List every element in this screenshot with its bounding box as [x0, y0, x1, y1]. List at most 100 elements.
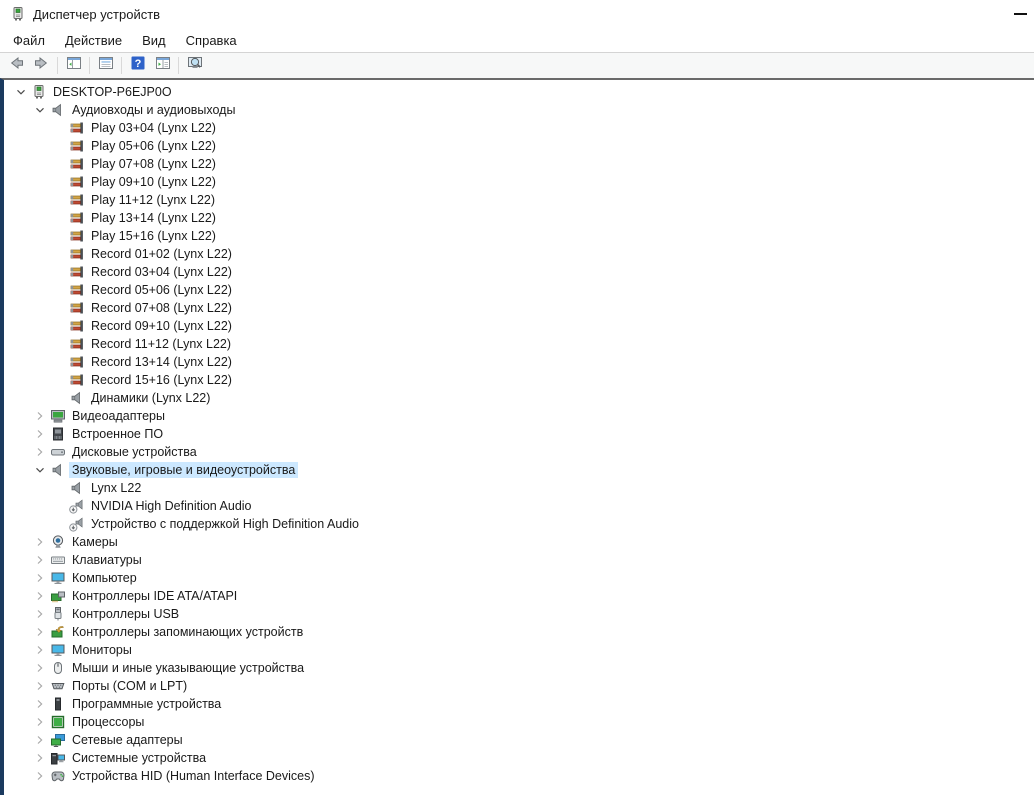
tree-item[interactable]: Дисковые устройства: [4, 443, 1034, 461]
tree-item[interactable]: Record 09+10 (Lynx L22): [4, 317, 1034, 335]
tree-item-label[interactable]: Мониторы: [69, 642, 135, 658]
tree-item[interactable]: Контроллеры USB: [4, 605, 1034, 623]
chevron-right-icon[interactable]: [31, 768, 48, 784]
chevron-down-icon[interactable]: [31, 462, 48, 478]
menu-help[interactable]: Справка: [176, 30, 247, 51]
chevron-right-icon[interactable]: [31, 534, 48, 550]
tree-item[interactable]: Порты (COM и LPT): [4, 677, 1034, 695]
tree-item[interactable]: Мониторы: [4, 641, 1034, 659]
back-button[interactable]: [4, 55, 29, 77]
minimize-button[interactable]: [1014, 13, 1027, 15]
chevron-right-icon[interactable]: [31, 642, 48, 658]
tree-item-label[interactable]: Record 09+10 (Lynx L22): [88, 318, 235, 334]
show-console-tree-button[interactable]: [61, 55, 86, 77]
chevron-right-icon[interactable]: [31, 696, 48, 712]
menu-file[interactable]: Файл: [3, 30, 55, 51]
tree-item[interactable]: Устройства HID (Human Interface Devices): [4, 767, 1034, 785]
tree-item[interactable]: Компьютер: [4, 569, 1034, 587]
tree-item-label[interactable]: Устройство с поддержкой High Definition …: [88, 516, 362, 532]
tree-item[interactable]: Видеоадаптеры: [4, 407, 1034, 425]
tree-item[interactable]: Record 13+14 (Lynx L22): [4, 353, 1034, 371]
tree-item-label[interactable]: Record 13+14 (Lynx L22): [88, 354, 235, 370]
tree-item[interactable]: Play 03+04 (Lynx L22): [4, 119, 1034, 137]
chevron-down-icon[interactable]: [12, 84, 29, 100]
chevron-right-icon[interactable]: [31, 408, 48, 424]
tree-item-label[interactable]: Звуковые, игровые и видеоустройства: [69, 462, 299, 478]
tree-item[interactable]: Мыши и иные указывающие устройства: [4, 659, 1034, 677]
tree-item[interactable]: Record 03+04 (Lynx L22): [4, 263, 1034, 281]
tree-item-label[interactable]: Record 05+06 (Lynx L22): [88, 282, 235, 298]
tree-item-label[interactable]: Контроллеры запоминающих устройств: [69, 624, 306, 640]
tree-item-label[interactable]: Сетевые адаптеры: [69, 732, 186, 748]
chevron-right-icon[interactable]: [31, 732, 48, 748]
scan-hardware-changes-button[interactable]: [182, 55, 207, 77]
tree-item-label[interactable]: Процессоры: [69, 714, 147, 730]
forward-button[interactable]: [29, 55, 54, 77]
tree-item-label[interactable]: Play 09+10 (Lynx L22): [88, 174, 219, 190]
chevron-right-icon[interactable]: [31, 750, 48, 766]
tree-item[interactable]: Play 07+08 (Lynx L22): [4, 155, 1034, 173]
tree-item-label[interactable]: Play 11+12 (Lynx L22): [88, 192, 218, 208]
tree-item-label[interactable]: Record 07+08 (Lynx L22): [88, 300, 235, 316]
tree-item-label[interactable]: Record 15+16 (Lynx L22): [88, 372, 235, 388]
chevron-down-icon[interactable]: [31, 102, 48, 118]
tree-item[interactable]: Клавиатуры: [4, 551, 1034, 569]
tree-item[interactable]: Встроенное ПО: [4, 425, 1034, 443]
tree-item[interactable]: Record 07+08 (Lynx L22): [4, 299, 1034, 317]
tree-item-label[interactable]: Play 13+14 (Lynx L22): [88, 210, 219, 226]
tree-item[interactable]: Динамики (Lynx L22): [4, 389, 1034, 407]
tree-item-label[interactable]: Record 01+02 (Lynx L22): [88, 246, 235, 262]
tree-item[interactable]: Сетевые адаптеры: [4, 731, 1034, 749]
tree-item-label[interactable]: NVIDIA High Definition Audio: [88, 498, 255, 514]
tree-item[interactable]: NVIDIA High Definition Audio: [4, 497, 1034, 515]
tree-item[interactable]: Play 15+16 (Lynx L22): [4, 227, 1034, 245]
tree-item-label[interactable]: Аудиовходы и аудиовыходы: [69, 102, 238, 118]
tree-item-label[interactable]: Камеры: [69, 534, 121, 550]
tree-item-label[interactable]: Record 03+04 (Lynx L22): [88, 264, 235, 280]
tree-item-label[interactable]: Программные устройства: [69, 696, 224, 712]
tree-item-label[interactable]: Контроллеры IDE ATA/ATAPI: [69, 588, 240, 604]
tree-item-label[interactable]: Дисковые устройства: [69, 444, 200, 460]
tree-item-label[interactable]: Динамики (Lynx L22): [88, 390, 213, 406]
tree-item[interactable]: Контроллеры IDE ATA/ATAPI: [4, 587, 1034, 605]
tree-item[interactable]: Play 09+10 (Lynx L22): [4, 173, 1034, 191]
chevron-right-icon[interactable]: [31, 624, 48, 640]
tree-item[interactable]: Устройство с поддержкой High Definition …: [4, 515, 1034, 533]
tree-item-label[interactable]: Play 07+08 (Lynx L22): [88, 156, 219, 172]
show-action-pane-button[interactable]: [150, 55, 175, 77]
tree-item-label[interactable]: Lynx L22: [88, 480, 144, 496]
tree-item[interactable]: Record 01+02 (Lynx L22): [4, 245, 1034, 263]
tree-item[interactable]: Процессоры: [4, 713, 1034, 731]
tree-item[interactable]: Record 15+16 (Lynx L22): [4, 371, 1034, 389]
chevron-right-icon[interactable]: [31, 426, 48, 442]
tree-item-label[interactable]: Устройства HID (Human Interface Devices): [69, 768, 318, 784]
chevron-right-icon[interactable]: [31, 714, 48, 730]
tree-item[interactable]: Программные устройства: [4, 695, 1034, 713]
tree-item-label[interactable]: Play 15+16 (Lynx L22): [88, 228, 219, 244]
tree-item[interactable]: Record 05+06 (Lynx L22): [4, 281, 1034, 299]
tree-item-label[interactable]: Видеоадаптеры: [69, 408, 168, 424]
tree-item[interactable]: Аудиовходы и аудиовыходы: [4, 101, 1034, 119]
tree-item[interactable]: DESKTOP-P6EJP0O: [4, 83, 1034, 101]
tree-item-label[interactable]: Системные устройства: [69, 750, 209, 766]
menu-view[interactable]: Вид: [132, 30, 176, 51]
tree-item[interactable]: Record 11+12 (Lynx L22): [4, 335, 1034, 353]
tree-item-label[interactable]: Контроллеры USB: [69, 606, 182, 622]
tree-item[interactable]: Камеры: [4, 533, 1034, 551]
tree-item-label[interactable]: Record 11+12 (Lynx L22): [88, 336, 234, 352]
tree-item[interactable]: Контроллеры запоминающих устройств: [4, 623, 1034, 641]
tree-item-label[interactable]: Play 03+04 (Lynx L22): [88, 120, 219, 136]
chevron-right-icon[interactable]: [31, 606, 48, 622]
chevron-right-icon[interactable]: [31, 444, 48, 460]
tree-item[interactable]: Системные устройства: [4, 749, 1034, 767]
properties-button[interactable]: [93, 55, 118, 77]
menu-action[interactable]: Действие: [55, 30, 132, 51]
help-button[interactable]: ?: [125, 55, 150, 77]
tree-item-label[interactable]: DESKTOP-P6EJP0O: [50, 84, 175, 100]
tree-item-label[interactable]: Play 05+06 (Lynx L22): [88, 138, 219, 154]
chevron-right-icon[interactable]: [31, 588, 48, 604]
tree-item-label[interactable]: Компьютер: [69, 570, 140, 586]
chevron-right-icon[interactable]: [31, 678, 48, 694]
tree-item-label[interactable]: Порты (COM и LPT): [69, 678, 190, 694]
tree-item-label[interactable]: Встроенное ПО: [69, 426, 166, 442]
